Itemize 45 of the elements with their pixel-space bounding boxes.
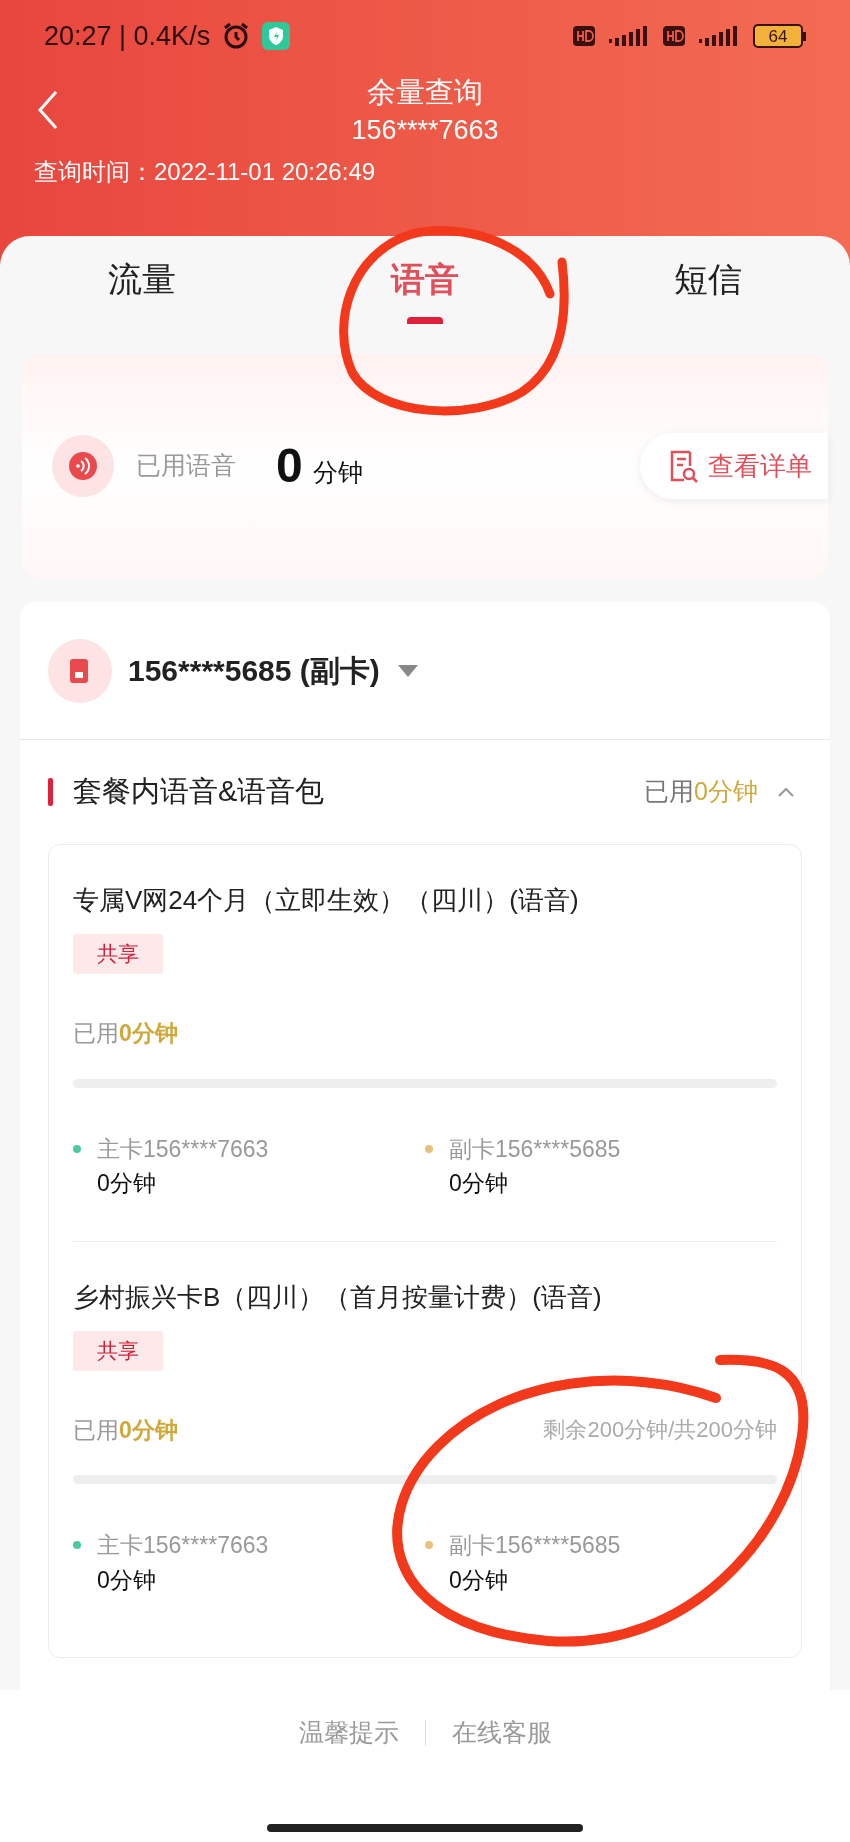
used-value: 0分钟 <box>119 1415 178 1445</box>
usage-value: 0 <box>276 438 303 494</box>
used-value: 0分钟 <box>119 1019 178 1048</box>
shield-icon <box>262 22 291 50</box>
battery-level: 64 <box>768 27 788 45</box>
section-used-value: 0分钟 <box>694 776 758 808</box>
member-value: 0分钟 <box>97 1565 157 1595</box>
voice-icon <box>52 435 114 497</box>
alarm-clock-icon <box>222 22 251 50</box>
chevron-up-icon[interactable] <box>778 787 794 797</box>
remaining-text: 剩余200分钟/共200分钟 <box>543 1416 777 1445</box>
used-label: 已用 <box>73 1019 119 1048</box>
member-value: 0分钟 <box>97 1169 157 1198</box>
footer-link[interactable]: 温馨提示 <box>298 1714 399 1752</box>
document-search-icon <box>668 449 698 483</box>
query-time: 查询时间：2022-11-01 20:26:49 <box>33 157 377 187</box>
package-name: 乡村振兴卡B（四川）（首月按量计费）(语音) <box>73 1280 603 1314</box>
shared-tag: 共享 <box>73 934 163 974</box>
page-title: 余量查询 <box>367 75 483 110</box>
member-label: 主卡156****7663 <box>97 1134 269 1164</box>
section-title: 套餐内语音&语音包 <box>73 774 325 810</box>
member-label: 副卡156****5685 <box>449 1531 621 1560</box>
footer-link[interactable]: 在线客服 <box>451 1714 552 1752</box>
sim-card-icon <box>48 638 112 703</box>
hd-icon <box>573 26 595 46</box>
hd-icon <box>663 26 685 46</box>
tab[interactable]: 短信 <box>566 254 850 354</box>
member-value: 0分钟 <box>449 1565 509 1595</box>
view-details-button[interactable]: 查看详单 <box>640 433 828 499</box>
member-label: 主卡156****7663 <box>97 1531 269 1560</box>
section-used-label: 已用 <box>644 776 695 808</box>
section-accent-bar <box>48 778 53 806</box>
account-selector[interactable]: 156****5685 (副卡) <box>128 648 418 693</box>
phone-number: 156****7663 <box>351 114 499 147</box>
usage-unit: 分钟 <box>312 457 363 489</box>
shared-tag: 共享 <box>73 1330 163 1371</box>
status-time: 20:27 | 0.4K/s <box>44 19 211 53</box>
member-label: 副卡156****5685 <box>449 1134 621 1164</box>
caret-down-icon <box>397 664 418 677</box>
tab[interactable]: 流量 <box>0 254 284 354</box>
member-value: 0分钟 <box>449 1169 509 1198</box>
package-name: 专属V网24个月（立即生效）（四川）(语音) <box>73 884 580 917</box>
back-icon[interactable] <box>36 88 60 132</box>
usage-label: 已用语音 <box>136 450 236 482</box>
used-label: 已用 <box>73 1415 119 1445</box>
